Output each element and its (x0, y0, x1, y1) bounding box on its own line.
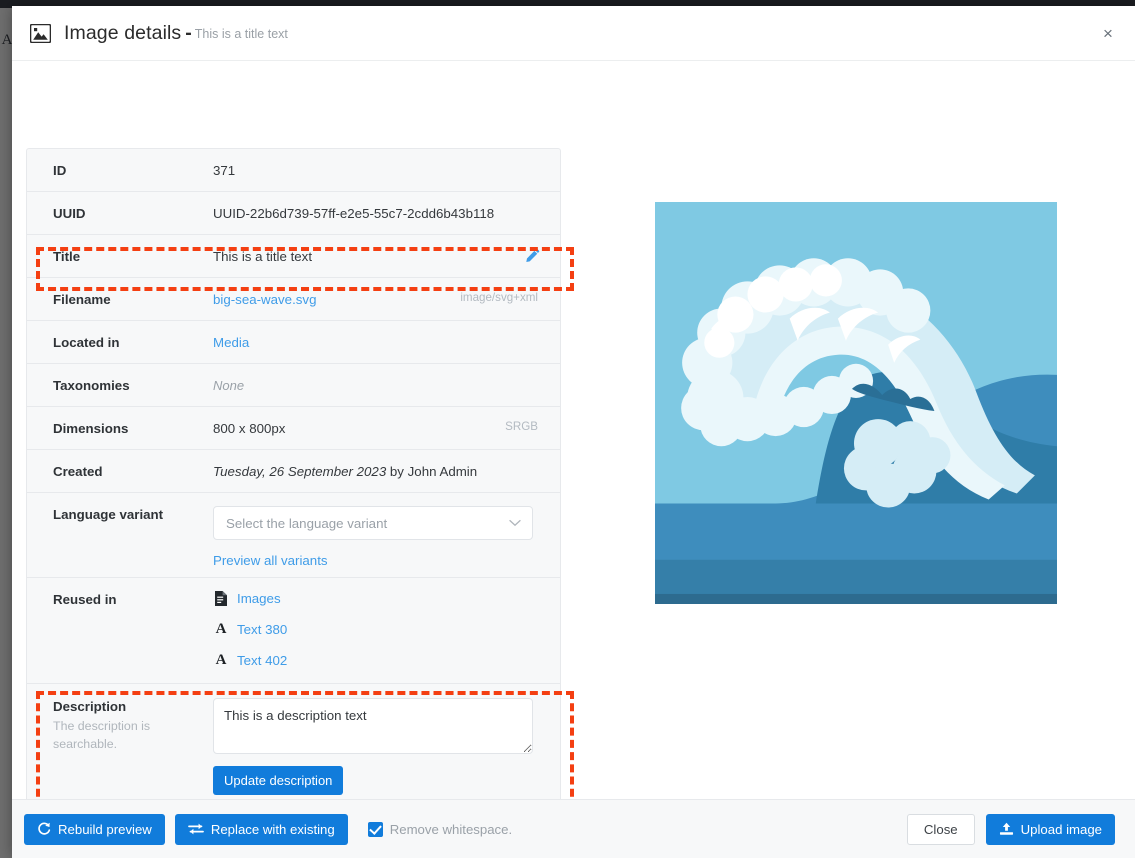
upload-image-label: Upload image (1021, 822, 1102, 837)
list-item[interactable]: Images (213, 590, 542, 607)
replace-with-existing-button[interactable]: Replace with existing (175, 814, 348, 845)
detail-row-located-in: Located in Media (27, 321, 560, 364)
description-textarea[interactable] (213, 698, 533, 754)
preview-variants-wrapper: Preview all variants (213, 552, 542, 569)
pencil-icon[interactable] (523, 246, 542, 265)
page-subtitle: This is a title text (195, 27, 288, 41)
remove-whitespace-checkbox[interactable] (368, 822, 383, 837)
detail-row-description: Description The description is searchabl… (27, 684, 560, 799)
detail-row-filename: Filename big-sea-wave.svg image/svg+xml (27, 278, 560, 321)
exchange-arrows-icon (188, 822, 204, 836)
detail-row-taxonomies: Taxonomies None (27, 364, 560, 407)
reused-in-link[interactable]: Images (237, 590, 281, 607)
filename-link[interactable]: big-sea-wave.svg (213, 292, 316, 307)
row-value-reused-in: Images A Text 380 A Text 402 (213, 578, 542, 683)
refresh-icon (37, 822, 51, 836)
description-hint: The description is searchable. (53, 717, 173, 753)
list-item[interactable]: A Text 380 (213, 621, 542, 638)
row-value-title: This is a title text (213, 235, 542, 277)
row-label-created: Created (45, 450, 213, 492)
reused-in-link[interactable]: Text 380 (237, 621, 287, 638)
row-label-dimensions: Dimensions (45, 407, 213, 449)
row-label-taxonomies: Taxonomies (45, 364, 213, 406)
row-value-located-in: Media (213, 321, 542, 363)
footer-right-actions: Close Upload image (907, 814, 1115, 845)
close-button[interactable]: Close (907, 814, 975, 845)
modal-header: Image details - This is a title text × (12, 6, 1135, 61)
footer-left-actions: Rebuild preview Replace with existing Re… (24, 814, 512, 845)
row-value-language-variant: Select the language variant Preview all … (213, 493, 542, 577)
detail-row-language-variant: Language variant Select the language var… (27, 493, 560, 578)
chevron-down-icon (509, 519, 521, 527)
language-variant-placeholder: Select the language variant (226, 515, 387, 532)
detail-row-created: Created Tuesday, 26 September 2023 by Jo… (27, 450, 560, 493)
row-value-id: 371 (213, 149, 542, 191)
remove-whitespace-label[interactable]: Remove whitespace. (390, 822, 512, 837)
close-icon[interactable]: × (1095, 20, 1121, 46)
row-value-created: Tuesday, 26 September 2023 by John Admin (213, 450, 542, 492)
upload-icon (999, 822, 1014, 836)
row-value-uuid: UUID-22b6d739-57ff-e2e5-55c7-2cdd6b43b11… (213, 192, 542, 234)
image-detail-panel: ID 371 UUID UUID-22b6d739-57ff-e2e5-55c7… (26, 148, 561, 799)
language-variant-select[interactable]: Select the language variant (213, 506, 533, 540)
row-label-language-variant: Language variant (45, 493, 213, 535)
row-label-id: ID (45, 149, 213, 191)
located-in-link[interactable]: Media (213, 335, 249, 350)
row-label-located-in: Located in (45, 321, 213, 363)
row-value-description: Update description (213, 684, 542, 799)
update-description-button[interactable]: Update description (213, 766, 343, 795)
description-label-text: Description (53, 699, 126, 714)
detail-row-uuid: UUID UUID-22b6d739-57ff-e2e5-55c7-2cdd6b… (27, 192, 560, 235)
page-title: Image details (64, 22, 181, 45)
created-date: Tuesday, 26 September 2023 (213, 464, 386, 479)
text-letter-a-icon: A (213, 653, 229, 668)
row-label-description: Description The description is searchabl… (45, 684, 213, 765)
reused-in-link[interactable]: Text 402 (237, 652, 287, 669)
row-value-dimensions: 800 x 800px (213, 407, 542, 449)
upload-image-button[interactable]: Upload image (986, 814, 1115, 845)
color-space-label: SRGB (505, 420, 538, 433)
rebuild-preview-label: Rebuild preview (58, 822, 152, 837)
created-author: by John Admin (386, 464, 477, 479)
row-label-filename: Filename (45, 278, 213, 320)
row-label-uuid: UUID (45, 192, 213, 234)
title-separator: - (185, 22, 192, 45)
detail-row-id: ID 371 (27, 149, 560, 192)
replace-with-existing-label: Replace with existing (211, 822, 335, 837)
text-letter-a-icon: A (213, 622, 229, 637)
rebuild-preview-button[interactable]: Rebuild preview (24, 814, 165, 845)
image-details-modal: Image details - This is a title text × I… (12, 6, 1135, 858)
image-picture-icon (28, 21, 52, 45)
row-label-reused-in: Reused in (45, 578, 213, 620)
preview-all-variants-link[interactable]: Preview all variants (213, 553, 328, 568)
list-item[interactable]: A Text 402 (213, 652, 542, 669)
remove-whitespace-checkbox-group[interactable]: Remove whitespace. (368, 822, 512, 837)
detail-row-reused-in: Reused in Images (27, 578, 560, 684)
mime-type-label: image/svg+xml (460, 291, 538, 304)
modal-footer: Rebuild preview Replace with existing Re… (12, 799, 1135, 858)
modal-body: ID 371 UUID UUID-22b6d739-57ff-e2e5-55c7… (12, 61, 1135, 799)
taxonomies-none-text: None (213, 378, 244, 393)
row-value-taxonomies: None (213, 364, 542, 406)
file-document-icon (213, 591, 229, 606)
image-preview (655, 202, 1057, 604)
detail-row-dimensions: Dimensions 800 x 800px SRGB (27, 407, 560, 450)
detail-row-title: Title This is a title text (27, 235, 560, 278)
row-label-title: Title (45, 235, 213, 277)
